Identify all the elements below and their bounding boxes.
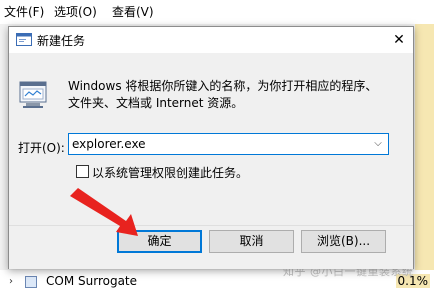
dialog-titlebar[interactable]: 新建任务 ✕ (9, 27, 413, 53)
admin-privileges-checkbox[interactable] (76, 165, 89, 178)
menu-view[interactable]: 查看(V) (112, 4, 154, 20)
description-line-1: Windows 将根据你所键入的名称，为你打开相应的程序、 (68, 79, 378, 93)
admin-privileges-label[interactable]: 以系统管理权限创建此任务。 (92, 164, 248, 181)
process-icon (25, 276, 37, 288)
description-line-2: 文件夹、文档或 Internet 资源。 (68, 96, 244, 110)
ok-button[interactable]: 确定 (117, 230, 202, 253)
dropdown-arrow-icon[interactable]: ⌵ (370, 135, 386, 153)
cancel-button[interactable]: 取消 (209, 230, 294, 253)
run-icon (16, 33, 32, 46)
dialog-description: Windows 将根据你所键入的名称，为你打开相应的程序、 文件夹、文档或 In… (68, 78, 398, 112)
open-label: 打开(O): (18, 141, 65, 155)
menu-bar: 文件(F) 选项(O) 查看(V) (0, 0, 434, 24)
dialog-title: 新建任务 (37, 34, 86, 48)
menu-options[interactable]: 选项(O) (54, 4, 97, 20)
expand-chevron-icon[interactable]: › (9, 276, 13, 287)
run-program-icon (19, 81, 47, 108)
menu-file[interactable]: 文件(F) (4, 4, 44, 20)
create-task-dialog: 新建任务 ✕ Windows 将根据你所键入的名称，为你打开相应的程序、 文件夹… (8, 26, 414, 269)
cpu-column-highlight (415, 24, 434, 294)
close-icon: ✕ (393, 32, 405, 48)
close-button[interactable]: ✕ (385, 27, 413, 53)
open-input[interactable] (72, 136, 362, 152)
process-name: COM Surrogate (46, 274, 138, 288)
browse-button[interactable]: 浏览(B)... (301, 230, 386, 253)
open-combobox[interactable]: ⌵ (68, 133, 389, 155)
